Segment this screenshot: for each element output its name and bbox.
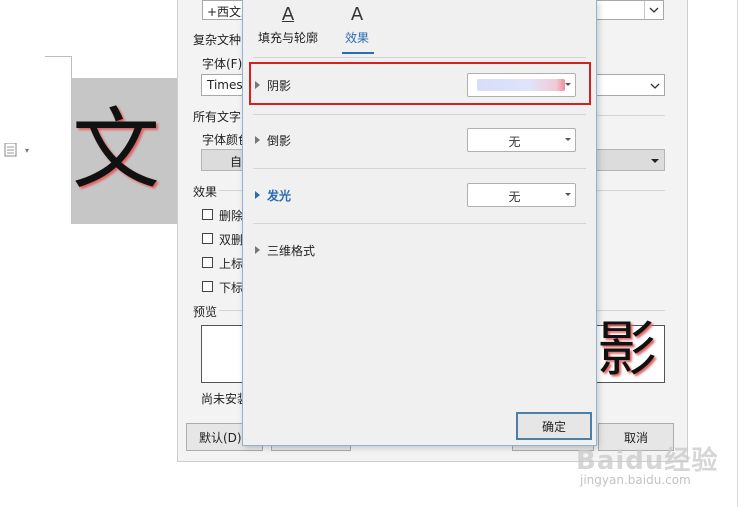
text-fill-icon: A — [281, 4, 295, 25]
section-divider — [219, 190, 243, 191]
active-tab-indicator — [342, 52, 374, 54]
superscript-label: 上标 — [219, 257, 244, 271]
reflection-label: 倒影 — [267, 133, 292, 148]
all-text-label: 所有文字 — [193, 110, 242, 124]
expand-triangle-icon[interactable] — [255, 246, 260, 254]
baidu-watermark: Baidu经验 — [576, 446, 719, 476]
tab-divider — [253, 57, 586, 58]
preview-text: 影 — [597, 315, 657, 385]
document-icon[interactable] — [4, 143, 22, 157]
reflection-select[interactable]: 无 — [467, 128, 576, 152]
baidu-watermark-url: jingyan.baidu.com — [580, 473, 691, 487]
chevron-down-icon[interactable] — [650, 83, 660, 89]
strikethrough-checkbox[interactable] — [202, 209, 213, 220]
font-color-value: 自 — [230, 155, 243, 169]
three-d-format-row[interactable]: 三维格式 — [255, 240, 315, 260]
double-strikethrough-label: 双删 — [219, 233, 244, 247]
glow-row[interactable]: 发光 — [255, 185, 291, 205]
section-divider — [219, 310, 243, 311]
strikethrough-label: 删除 — [219, 209, 244, 223]
section-divider — [253, 114, 586, 115]
effects-section-label: 效果 — [193, 185, 218, 199]
window-edge — [737, 0, 738, 507]
font-label: 字体(F): — [202, 57, 247, 71]
complex-font-value: Times — [207, 78, 243, 92]
superscript-checkbox[interactable] — [202, 257, 213, 268]
caret-down-icon[interactable] — [565, 138, 571, 141]
page-corner-mark — [45, 56, 71, 57]
chevron-down-icon[interactable] — [644, 1, 663, 19]
three-d-format-label: 三维格式 — [267, 243, 316, 258]
expand-triangle-icon[interactable] — [255, 191, 260, 199]
tab-fill-outline-label: 填充与轮廓 — [257, 31, 318, 45]
glow-select[interactable]: 无 — [467, 183, 576, 207]
chevron-down-icon[interactable]: ▾ — [25, 146, 29, 155]
tab-effects-label: 效果 — [344, 31, 369, 45]
shadow-row-highlight — [249, 62, 591, 105]
expand-triangle-icon[interactable] — [255, 136, 260, 144]
complex-script-label: 复杂文种 — [193, 33, 242, 47]
reflection-row[interactable]: 倒影 — [255, 130, 291, 150]
preview-label: 预览 — [193, 305, 218, 319]
glow-label: 发光 — [267, 188, 292, 203]
subscript-label: 下标 — [219, 281, 244, 295]
double-strikethrough-checkbox[interactable] — [202, 233, 213, 244]
caret-down-icon[interactable] — [565, 193, 571, 196]
reflection-value: 无 — [508, 135, 521, 149]
section-divider — [597, 115, 665, 116]
document-text[interactable]: 文 — [72, 100, 160, 200]
caret-down-icon[interactable] — [650, 158, 660, 164]
section-divider — [597, 310, 665, 311]
section-divider — [597, 190, 665, 191]
ok-button[interactable]: 确定 — [516, 412, 592, 440]
glow-value: 无 — [508, 190, 521, 204]
text-effects-icon: A — [350, 4, 364, 25]
subscript-checkbox[interactable] — [202, 281, 213, 292]
section-divider — [253, 168, 586, 169]
page-corner-mark — [71, 56, 72, 78]
tab-fill-outline[interactable]: A 填充与轮廓 — [255, 4, 321, 46]
section-divider — [253, 223, 586, 224]
tab-effects[interactable]: A 效果 — [339, 4, 375, 46]
